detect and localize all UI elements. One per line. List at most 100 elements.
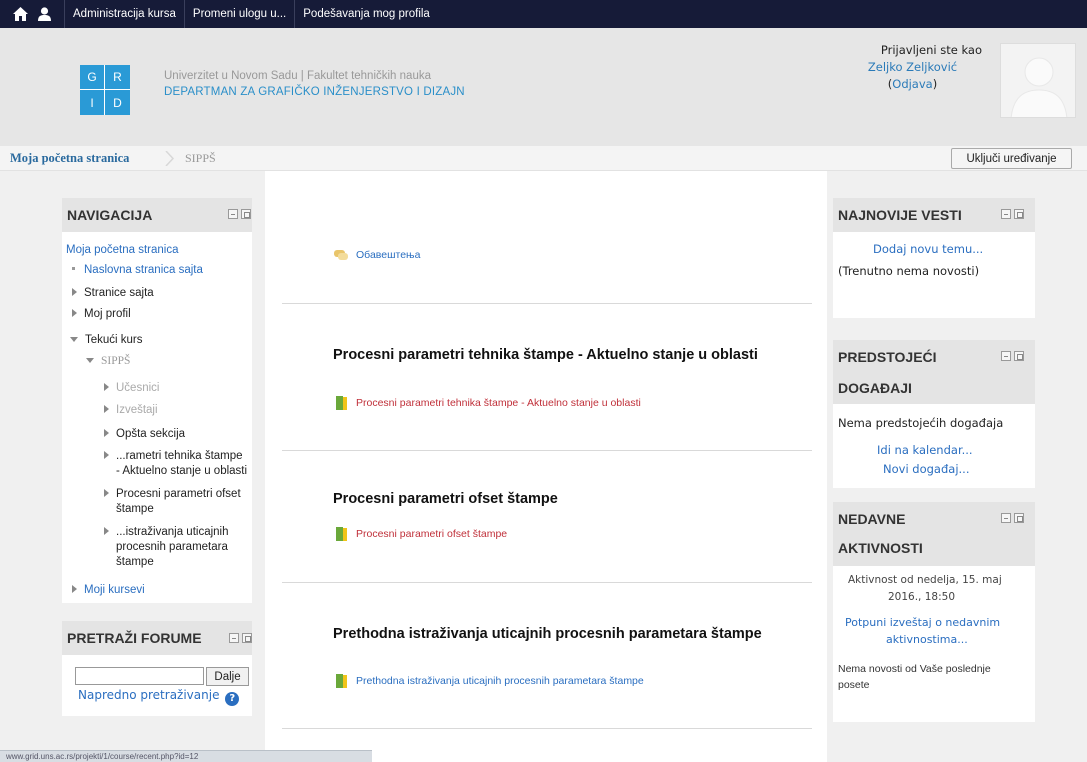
dock-icon[interactable] bbox=[1014, 513, 1024, 523]
nav-item-label: SIPPŠ bbox=[101, 355, 131, 367]
top-navbar: Administracija kursa Promeni ulogu u... … bbox=[0, 0, 1087, 28]
department-name: DEPARTMAN ZA GRAFIČKO INŽENJERSTVO I DIZ… bbox=[164, 86, 465, 98]
section-title: Prethodna istraživanja uticajnih procesn… bbox=[333, 626, 762, 642]
search-forums-input[interactable] bbox=[75, 667, 204, 685]
page-header: G R I D Univerzitet u Novom Sadu | Fakul… bbox=[0, 28, 1087, 146]
nav-item-reports[interactable]: Izveštaji bbox=[104, 404, 158, 416]
avatar-silhouette-icon bbox=[1001, 44, 1075, 117]
nav-item-course-sippss[interactable]: SIPPŠ bbox=[86, 355, 130, 367]
collapse-icon[interactable] bbox=[1001, 209, 1011, 219]
expand-arrow-icon bbox=[72, 585, 77, 593]
logout-link[interactable]: Odjava bbox=[892, 77, 932, 91]
activity-book-2[interactable]: Procesni parametri ofset štampe bbox=[336, 527, 507, 541]
breadcrumb-current[interactable]: SIPPŠ bbox=[185, 151, 216, 166]
nav-item-label: Stranice sajta bbox=[84, 287, 154, 299]
logout-wrapper: (Odjava) bbox=[835, 77, 990, 91]
user-icon[interactable] bbox=[32, 0, 56, 28]
nav-item-label: Tekući kurs bbox=[85, 334, 143, 346]
help-icon[interactable]: ? bbox=[225, 692, 240, 706]
expand-arrow-icon bbox=[72, 288, 77, 296]
logged-in-label: Prijavljeni ste kao bbox=[880, 43, 982, 57]
logo-letter: R bbox=[105, 65, 130, 90]
full-report-link-cont[interactable]: aktivnostima... bbox=[886, 633, 968, 646]
browser-status-bar: www.grid.uns.ac.rs/projekti/1/course/rec… bbox=[0, 750, 372, 762]
nav-item-section-3-cont[interactable]: procesnih parametara bbox=[116, 541, 228, 553]
go-to-calendar-link[interactable]: Idi na kalendar... bbox=[877, 443, 973, 457]
breadcrumb-home[interactable]: Moja početna stranica bbox=[10, 151, 129, 166]
activity-label: Procesni parametri ofset štampe bbox=[356, 528, 508, 540]
forum-icon bbox=[334, 250, 348, 260]
nav-item-section-1-cont[interactable]: - Aktuelno stanje u oblasti bbox=[116, 465, 247, 477]
nav-item-my-home[interactable]: Moja početna stranica bbox=[66, 244, 179, 256]
book-icon bbox=[336, 674, 347, 688]
nav-item-participants[interactable]: Učesnici bbox=[104, 382, 159, 394]
nav-item-section-3-cont2[interactable]: štampe bbox=[116, 556, 154, 568]
collapse-arrow-icon bbox=[70, 337, 78, 342]
navigation-title: NAVIGACIJA bbox=[67, 207, 153, 223]
section-title: Procesni parametri tehnika štampe - Aktu… bbox=[333, 347, 758, 363]
block-controls bbox=[1001, 209, 1024, 219]
expand-arrow-icon bbox=[104, 429, 109, 437]
nav-item-section-3[interactable]: ...istraživanja uticajnih bbox=[104, 526, 229, 538]
search-go-button[interactable]: Dalje bbox=[206, 667, 249, 686]
section-title: Procesni parametri ofset štampe bbox=[333, 491, 558, 507]
nav-item-section-2-cont[interactable]: štampe bbox=[116, 503, 154, 515]
nav-item-section-1[interactable]: ...rametri tehnika štampe bbox=[104, 450, 243, 462]
nav-item-label: Moj profil bbox=[84, 308, 131, 320]
expand-arrow-icon bbox=[104, 383, 109, 391]
expand-arrow-icon bbox=[72, 309, 77, 317]
university-name: Univerzitet u Novom Sadu | Fakultet tehn… bbox=[164, 70, 431, 82]
recent-activity-header: NEDAVNE AKTIVNOSTI bbox=[833, 502, 1035, 566]
activity-book-1[interactable]: Procesni parametri tehnika štampe - Aktu… bbox=[336, 396, 641, 410]
no-news-since-text: Nema novosti od Vaše poslednje bbox=[838, 663, 991, 675]
home-icon[interactable] bbox=[8, 0, 32, 28]
recent-activity-title-1: NEDAVNE bbox=[838, 511, 906, 527]
turn-editing-on-button[interactable]: Uključi uređivanje bbox=[951, 148, 1072, 169]
section-divider bbox=[282, 728, 812, 729]
block-controls bbox=[1001, 513, 1024, 523]
logo-letter: D bbox=[113, 95, 122, 110]
dock-icon[interactable] bbox=[1014, 351, 1024, 361]
topbar-link-switch-role[interactable]: Promeni ulogu u... bbox=[183, 0, 294, 28]
user-name-link[interactable]: Zeljko Zeljković bbox=[835, 60, 990, 74]
nav-item-label: Procesni parametri ofset bbox=[116, 488, 241, 500]
dock-icon[interactable] bbox=[241, 209, 251, 219]
collapse-icon[interactable] bbox=[1001, 351, 1011, 361]
nav-item-section-2[interactable]: Procesni parametri ofset bbox=[104, 488, 241, 500]
breadcrumb: Moja početna stranica SIPPŠ bbox=[0, 146, 1087, 171]
block-controls bbox=[228, 209, 251, 219]
activity-announcements[interactable]: Обавештења bbox=[334, 249, 420, 261]
dock-icon[interactable] bbox=[242, 633, 252, 643]
dock-icon[interactable] bbox=[1014, 209, 1024, 219]
advanced-search-link[interactable]: Napredno pretraživanje ? bbox=[78, 688, 240, 706]
collapse-icon[interactable] bbox=[1001, 513, 1011, 523]
nav-item-my-profile[interactable]: Moj profil bbox=[72, 308, 131, 320]
no-upcoming-events-text: Nema predstojećih događaja bbox=[838, 416, 1004, 430]
upcoming-events-title-2: DOGAĐAJI bbox=[838, 380, 912, 396]
nav-item-general-section[interactable]: Opšta sekcija bbox=[104, 428, 185, 440]
nav-item-my-courses[interactable]: Moji kursevi bbox=[72, 584, 145, 596]
nav-item-current-course[interactable]: Tekući kurs bbox=[70, 334, 143, 346]
logo-letter: G bbox=[80, 65, 105, 90]
nav-item-site-pages[interactable]: Stranice sajta bbox=[72, 287, 154, 299]
section-divider bbox=[282, 303, 812, 304]
nav-item-label: ...rametri tehnika štampe bbox=[116, 450, 243, 462]
login-info: Prijavljeni ste kao Zeljko Zeljković (Od… bbox=[835, 43, 990, 91]
collapse-icon[interactable] bbox=[229, 633, 239, 643]
upcoming-events-header: PREDSTOJEĆI DOGAĐAJI bbox=[833, 340, 1035, 404]
activity-book-3[interactable]: Prethodna istraživanja uticajnih procesn… bbox=[336, 674, 644, 688]
section-divider bbox=[282, 582, 812, 583]
add-news-topic-link[interactable]: Dodaj novu temu... bbox=[873, 242, 983, 256]
full-report-link[interactable]: Potpuni izveštaj o nedavnim bbox=[845, 616, 1000, 629]
activity-since-text: Aktivnost od nedelja, 15. maj bbox=[848, 574, 1002, 586]
topbar-link-profile-settings[interactable]: Podešavanja mog profila bbox=[294, 0, 438, 28]
nav-item-label: Naslovna stranica sajta bbox=[84, 264, 203, 276]
breadcrumb-separator-icon bbox=[165, 151, 175, 166]
activity-since-date: 2016., 18:50 bbox=[888, 591, 955, 603]
topbar-link-course-admin[interactable]: Administracija kursa bbox=[64, 0, 184, 28]
grid-logo[interactable]: G R I D bbox=[80, 65, 130, 115]
collapse-icon[interactable] bbox=[228, 209, 238, 219]
avatar[interactable] bbox=[1000, 43, 1076, 118]
new-event-link[interactable]: Novi događaj... bbox=[883, 462, 970, 476]
nav-item-site-home[interactable]: Naslovna stranica sajta bbox=[70, 264, 203, 276]
